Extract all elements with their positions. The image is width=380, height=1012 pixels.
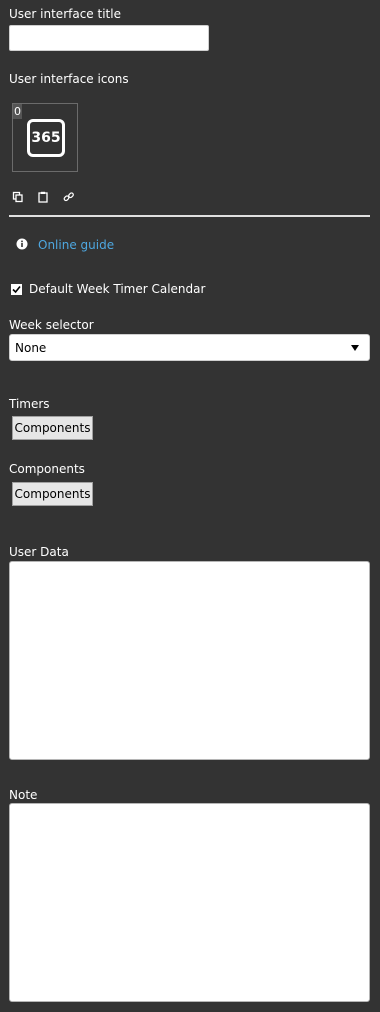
components-label: Components bbox=[9, 462, 85, 476]
info-icon bbox=[16, 238, 28, 250]
note-label: Note bbox=[9, 788, 38, 802]
week-selector-dropdown[interactable]: None bbox=[9, 334, 370, 361]
default-calendar-checkbox[interactable] bbox=[11, 284, 22, 295]
calendar-365-icon: 365 bbox=[27, 119, 65, 157]
online-guide-link[interactable]: Online guide bbox=[38, 238, 114, 252]
timers-label: Timers bbox=[9, 397, 50, 411]
week-selector-value: None bbox=[15, 341, 47, 355]
note-textarea[interactable] bbox=[9, 803, 370, 1002]
ui-icon-slot[interactable]: 0 365 bbox=[12, 103, 78, 172]
copy-icon[interactable] bbox=[12, 191, 24, 203]
dropdown-arrow-icon bbox=[351, 345, 359, 351]
ui-title-input[interactable] bbox=[9, 25, 209, 51]
week-selector-label: Week selector bbox=[9, 318, 94, 332]
timers-components-button[interactable]: Components bbox=[12, 416, 93, 440]
icon-index-badge: 0 bbox=[13, 104, 22, 119]
default-calendar-label: Default Week Timer Calendar bbox=[29, 282, 206, 296]
components-button[interactable]: Components bbox=[12, 482, 93, 506]
user-data-textarea[interactable] bbox=[9, 561, 370, 760]
ui-title-label: User interface title bbox=[9, 7, 121, 21]
paste-icon[interactable] bbox=[37, 191, 49, 203]
ui-icons-label: User interface icons bbox=[9, 72, 129, 86]
user-data-label: User Data bbox=[9, 545, 69, 559]
link-icon[interactable] bbox=[63, 191, 75, 203]
checkmark-icon bbox=[12, 286, 21, 294]
calendar-365-text: 365 bbox=[31, 130, 61, 146]
section-divider bbox=[9, 215, 370, 217]
